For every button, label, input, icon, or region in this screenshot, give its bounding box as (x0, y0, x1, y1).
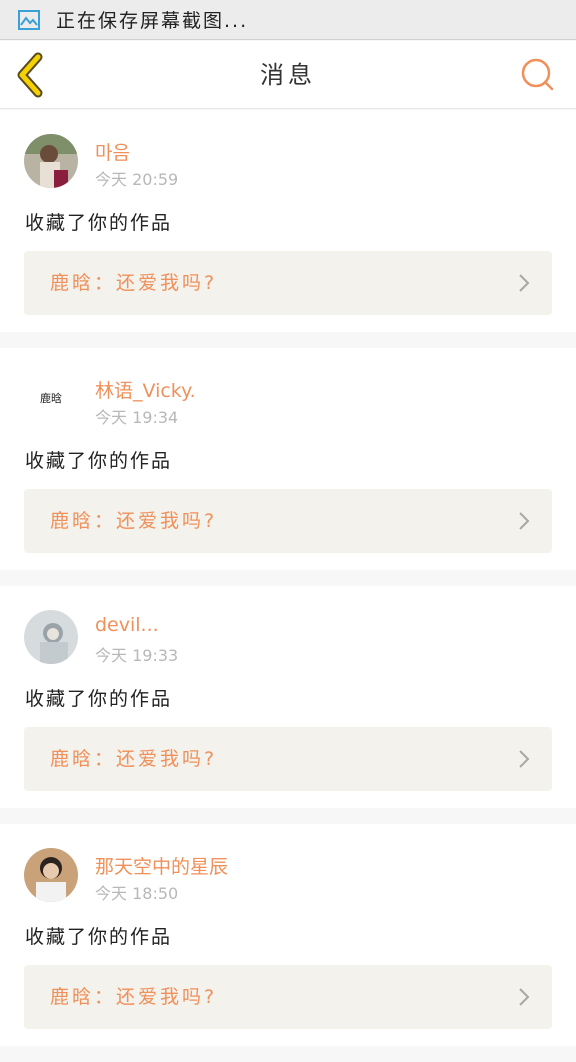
username[interactable]: 마음 (95, 138, 130, 165)
page-title: 消息 (260, 61, 316, 89)
username[interactable]: 林语_Vicky. (95, 376, 196, 403)
timestamp: 今天 18:50 (95, 884, 179, 903)
chevron-right-icon (519, 274, 530, 292)
status-text: 正在保存屏幕截图... (56, 10, 249, 32)
work-title: 鹿晗：还爱我吗? (50, 986, 218, 1008)
status-bar: 正在保存屏幕截图... (0, 0, 576, 40)
message-card: devil... 今天 19:33 收藏了你的作品 鹿晗：还爱我吗? (0, 586, 576, 808)
timestamp: 今天 19:34 (95, 408, 179, 427)
chevron-right-icon (519, 512, 530, 530)
username[interactable]: 那天空中的星辰 (95, 852, 228, 879)
action-text: 收藏了你的作品 (25, 450, 173, 472)
chevron-right-icon (519, 750, 530, 768)
screenshot-image-icon (18, 9, 40, 30)
work-link[interactable]: 鹿晗：还爱我吗? (24, 965, 552, 1029)
work-link[interactable]: 鹿晗：还爱我吗? (24, 251, 552, 315)
avatar[interactable] (24, 610, 78, 664)
message-list: 마음 今天 20:59 收藏了你的作品 鹿晗：还爱我吗? 鹿晗 林语_Vicky… (0, 110, 576, 1062)
avatar[interactable]: 鹿晗 (24, 372, 78, 426)
chevron-right-icon (519, 988, 530, 1006)
message-card: 마음 今天 20:59 收藏了你的作品 鹿晗：还爱我吗? (0, 110, 576, 332)
avatar[interactable] (24, 848, 78, 902)
action-text: 收藏了你的作品 (25, 688, 173, 710)
work-title: 鹿晗：还爱我吗? (50, 510, 218, 532)
avatar-logo-text: 鹿晗 (24, 372, 78, 426)
work-title: 鹿晗：还爱我吗? (50, 748, 218, 770)
nav-bar: 消息 (0, 41, 576, 109)
message-card: 那天空中的星辰 今天 18:50 收藏了你的作品 鹿晗：还爱我吗? (0, 824, 576, 1046)
action-text: 收藏了你的作品 (25, 212, 173, 234)
username[interactable]: devil... (95, 614, 159, 636)
timestamp: 今天 19:33 (95, 646, 179, 665)
avatar[interactable] (24, 134, 78, 188)
search-icon[interactable] (518, 55, 558, 95)
work-link[interactable]: 鹿晗：还爱我吗? (24, 727, 552, 791)
message-card: 鹿晗 林语_Vicky. 今天 19:34 收藏了你的作品 鹿晗：还爱我吗? (0, 348, 576, 570)
work-link[interactable]: 鹿晗：还爱我吗? (24, 489, 552, 553)
back-icon[interactable] (10, 51, 56, 99)
action-text: 收藏了你的作品 (25, 926, 173, 948)
work-title: 鹿晗：还爱我吗? (50, 272, 218, 294)
timestamp: 今天 20:59 (95, 170, 179, 189)
